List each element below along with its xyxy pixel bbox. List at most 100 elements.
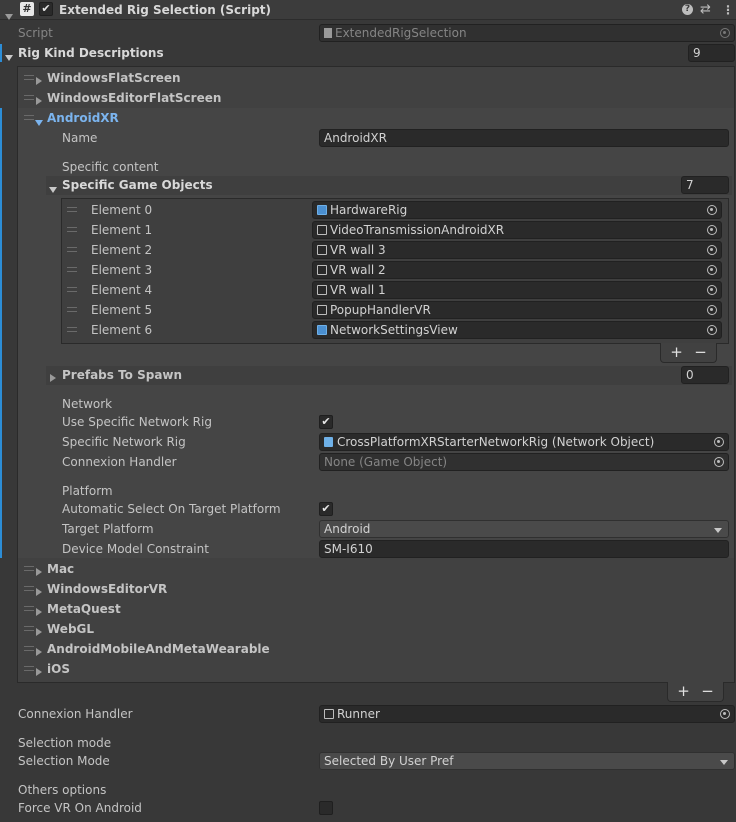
- remove-rig-kind-button[interactable]: −: [696, 682, 720, 700]
- foldout-arrow-icon[interactable]: [36, 94, 42, 108]
- element-label: Element 0: [91, 203, 153, 217]
- drag-handle-icon[interactable]: [24, 606, 34, 611]
- rig-kind-item[interactable]: WindowsEditorVR: [47, 579, 167, 599]
- name-field[interactable]: AndroidXR: [319, 129, 729, 147]
- bottom-connexion-field[interactable]: Runner: [319, 705, 735, 723]
- script-value: ExtendedRigSelection: [335, 26, 467, 40]
- drag-handle-icon[interactable]: [24, 586, 34, 591]
- add-element-button[interactable]: +: [665, 343, 689, 361]
- drag-handle-icon[interactable]: [24, 626, 34, 631]
- element-field[interactable]: VR wall 1: [312, 281, 722, 299]
- rig-kind-item[interactable]: AndroidMobileAndMetaWearable: [47, 639, 270, 659]
- drag-handle-icon[interactable]: [67, 307, 77, 312]
- element-field[interactable]: PopupHandlerVR: [312, 301, 722, 319]
- connexion-handler-field[interactable]: None (Game Object): [319, 453, 729, 471]
- specific-rig-field[interactable]: CrossPlatformXRStarterNetworkRig (Networ…: [319, 433, 729, 451]
- script-hash-icon: #: [20, 2, 34, 16]
- object-picker-icon[interactable]: [707, 305, 717, 315]
- element-field[interactable]: VR wall 3: [312, 241, 722, 259]
- rig-kind-item[interactable]: MetaQuest: [47, 599, 121, 619]
- drag-handle-icon[interactable]: [24, 566, 34, 571]
- bottom-connexion-label: Connexion Handler: [18, 707, 133, 721]
- object-picker-icon[interactable]: [707, 205, 717, 215]
- connexion-handler-value: None (Game Object): [324, 455, 448, 469]
- remove-element-button[interactable]: −: [689, 343, 713, 361]
- rig-kinds-count[interactable]: 9: [688, 44, 735, 62]
- prefabs-foldout-icon[interactable]: [50, 371, 56, 385]
- rig-kinds-foldout-icon[interactable]: [5, 50, 13, 64]
- help-icon[interactable]: ?: [682, 4, 693, 15]
- target-platform-value: Android: [324, 522, 371, 536]
- object-picker-icon[interactable]: [707, 245, 717, 255]
- presets-icon[interactable]: ⇄: [700, 0, 711, 20]
- object-picker-icon: [720, 28, 730, 38]
- foldout-arrow-icon[interactable]: [36, 625, 42, 639]
- element-field[interactable]: VR wall 2: [312, 261, 722, 279]
- drag-handle-icon[interactable]: [67, 207, 77, 212]
- expanded-rig-kind[interactable]: AndroidXR: [47, 108, 119, 128]
- drag-handle-icon[interactable]: [24, 646, 34, 651]
- foldout-arrow-icon[interactable]: [35, 115, 43, 129]
- element-field[interactable]: VideoTransmissionAndroidXR: [312, 221, 722, 239]
- foldout-arrow-icon[interactable]: [5, 6, 13, 26]
- component-header: # ✔ Extended Rig Selection (Script) ? ⇄ …: [0, 0, 736, 20]
- connexion-handler-label: Connexion Handler: [62, 455, 177, 469]
- drag-handle-icon[interactable]: [67, 287, 77, 292]
- add-rig-kind-button[interactable]: +: [672, 682, 696, 700]
- foldout-arrow-icon[interactable]: [36, 605, 42, 619]
- rig-kind-item[interactable]: iOS: [47, 659, 70, 679]
- drag-handle-icon[interactable]: [24, 75, 34, 80]
- device-model-field[interactable]: SM-I610: [319, 540, 729, 558]
- foldout-arrow-icon[interactable]: [36, 74, 42, 88]
- prefabs-label[interactable]: Prefabs To Spawn: [62, 365, 182, 385]
- foldout-arrow-icon[interactable]: [36, 665, 42, 679]
- target-platform-dropdown[interactable]: Android: [319, 520, 729, 538]
- foldout-arrow-icon[interactable]: [36, 645, 42, 659]
- name-label: Name: [62, 131, 98, 145]
- drag-handle-icon[interactable]: [67, 247, 77, 252]
- object-picker-icon[interactable]: [707, 325, 717, 335]
- modified-indicator: [0, 108, 2, 558]
- element-label: Element 6: [91, 323, 153, 337]
- selection-mode-dropdown[interactable]: Selected By User Pref: [319, 752, 735, 770]
- use-specific-rig-checkbox[interactable]: ✔: [319, 415, 333, 429]
- sgo-foldout-icon[interactable]: [49, 182, 57, 196]
- drag-handle-icon[interactable]: [24, 666, 34, 671]
- rig-kinds-label[interactable]: Rig Kind Descriptions: [18, 43, 164, 63]
- more-options-icon[interactable]: ⋮: [722, 0, 734, 20]
- foldout-arrow-icon[interactable]: [36, 585, 42, 599]
- element-label: Element 4: [91, 283, 153, 297]
- rig-kind-item[interactable]: Mac: [47, 559, 74, 579]
- object-picker-icon[interactable]: [714, 437, 724, 447]
- foldout-arrow-icon[interactable]: [36, 565, 42, 579]
- force-vr-checkbox[interactable]: [319, 801, 333, 815]
- prefabs-count[interactable]: 0: [681, 366, 729, 384]
- element-value: NetworkSettingsView: [330, 323, 458, 337]
- specific-content-header: Specific content: [62, 160, 159, 174]
- element-field[interactable]: HardwareRig: [312, 201, 722, 219]
- drag-handle-icon[interactable]: [24, 115, 34, 120]
- object-picker-icon[interactable]: [720, 709, 730, 719]
- object-picker-icon[interactable]: [714, 457, 724, 467]
- rig-kind-item[interactable]: WebGL: [47, 619, 94, 639]
- auto-select-checkbox[interactable]: ✔: [319, 502, 333, 516]
- object-picker-icon[interactable]: [707, 265, 717, 275]
- element-value: VideoTransmissionAndroidXR: [330, 223, 505, 237]
- sgo-label[interactable]: Specific Game Objects: [62, 175, 213, 195]
- drag-handle-icon[interactable]: [67, 267, 77, 272]
- rig-kind-item[interactable]: WindowsEditorFlatScreen: [47, 88, 221, 108]
- drag-handle-icon[interactable]: [24, 95, 34, 100]
- prefab-icon: [317, 325, 327, 335]
- enabled-checkbox[interactable]: ✔: [39, 2, 53, 16]
- element-field[interactable]: NetworkSettingsView: [312, 321, 722, 339]
- gameobject-icon: [317, 225, 327, 235]
- selection-mode-label: Selection Mode: [18, 754, 110, 768]
- sgo-count[interactable]: 7: [681, 176, 729, 194]
- object-picker-icon[interactable]: [707, 285, 717, 295]
- rig-kind-item[interactable]: WindowsFlatScreen: [47, 68, 181, 88]
- object-picker-icon[interactable]: [707, 225, 717, 235]
- device-model-label: Device Model Constraint: [62, 542, 209, 556]
- drag-handle-icon[interactable]: [67, 227, 77, 232]
- auto-select-label: Automatic Select On Target Platform: [62, 502, 281, 516]
- drag-handle-icon[interactable]: [67, 327, 77, 332]
